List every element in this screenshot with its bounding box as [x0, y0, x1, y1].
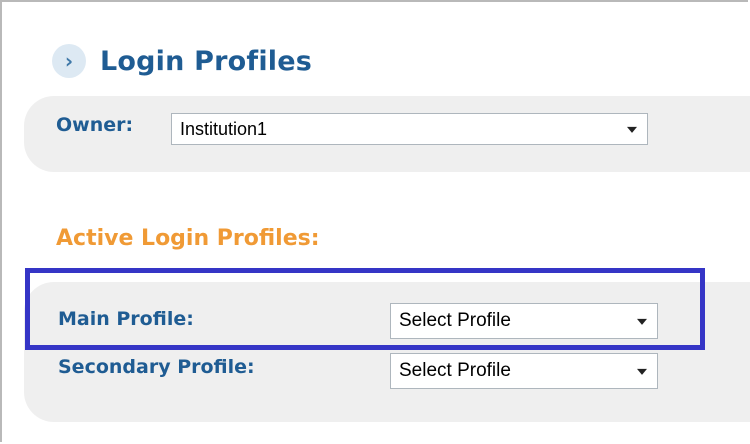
- page-title: Login Profiles: [100, 45, 313, 77]
- main-profile-select[interactable]: Select Profile: [390, 303, 658, 339]
- dropdown-caret-icon: [627, 126, 637, 133]
- chevron-right-icon[interactable]: ›: [52, 44, 86, 78]
- main-profile-label: Main Profile:: [58, 308, 194, 330]
- page-header: › Login Profiles: [52, 42, 312, 80]
- secondary-profile-label: Secondary Profile:: [58, 356, 255, 378]
- dropdown-caret-icon: [637, 318, 647, 325]
- dropdown-caret-icon: [637, 368, 647, 375]
- owner-select-value: Institution1: [180, 118, 268, 139]
- secondary-profile-select[interactable]: Select Profile: [390, 353, 658, 389]
- owner-label: Owner:: [56, 114, 134, 136]
- owner-select[interactable]: Institution1: [171, 113, 648, 145]
- active-profiles-title: Active Login Profiles:: [56, 226, 320, 251]
- main-profile-select-value: Select Profile: [399, 310, 511, 331]
- secondary-profile-select-value: Select Profile: [399, 360, 511, 381]
